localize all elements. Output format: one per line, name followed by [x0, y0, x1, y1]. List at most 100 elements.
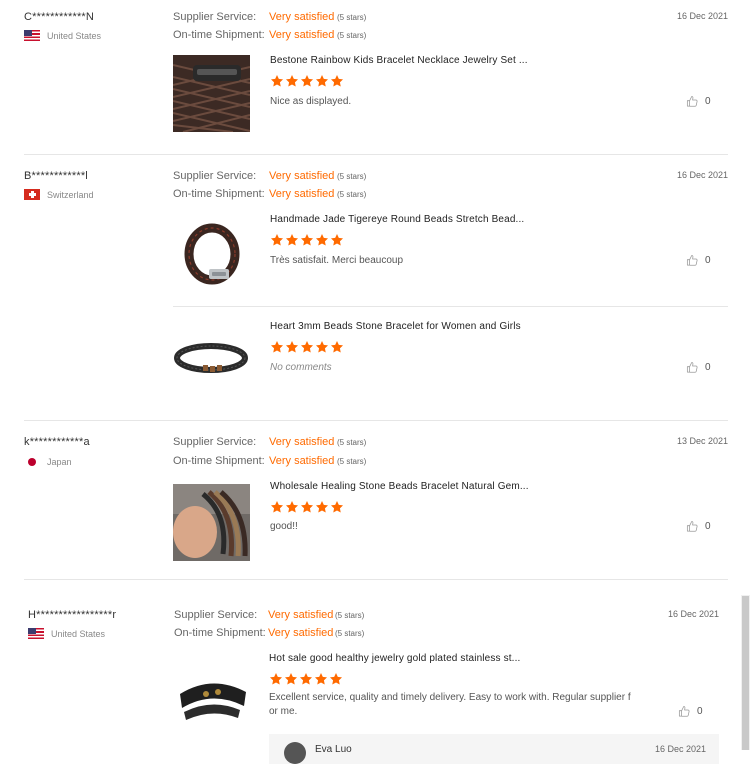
ontime-shipment-rating: Very satisfied: [269, 188, 335, 200]
supplier-service-label: Supplier Service:: [173, 11, 257, 23]
product-rating-stars: [270, 74, 344, 88]
star-icon: [330, 233, 344, 247]
thumbs-up-icon: [686, 95, 699, 108]
supplier-service-stars: (5 stars): [337, 13, 367, 22]
product-thumbnail[interactable]: [173, 321, 250, 398]
product-title[interactable]: Heart 3mm Beads Stone Bracelet for Women…: [270, 321, 521, 332]
star-icon: [315, 74, 329, 88]
supplier-service-label: Supplier Service:: [173, 436, 257, 448]
buyer-name: B************l: [24, 170, 88, 182]
supplier-service-rating: Very satisfied: [269, 436, 335, 448]
product-title[interactable]: Hot sale good healthy jewelry gold plate…: [269, 653, 520, 664]
star-icon: [270, 500, 284, 514]
product-thumbnail[interactable]: [173, 55, 250, 132]
product-thumbnail[interactable]: [174, 654, 251, 731]
buyer-name: H*****************r: [28, 609, 117, 621]
country-name: United States: [47, 30, 102, 41]
buyer-country: United States: [28, 628, 105, 639]
star-icon: [329, 672, 343, 686]
star-icon: [285, 74, 299, 88]
supplier-service-label: Supplier Service:: [173, 170, 257, 182]
like-button[interactable]: 0: [686, 254, 711, 267]
product-thumbnail[interactable]: [173, 214, 250, 291]
ontime-shipment-rating: Very satisfied: [268, 627, 334, 639]
review-date: 16 Dec 2021: [667, 609, 719, 619]
buyer-country: Switzerland: [24, 189, 94, 200]
buyer-name: k************a: [24, 436, 90, 448]
review-comment: good!!: [270, 521, 298, 532]
like-count: 0: [697, 706, 703, 717]
star-icon: [330, 340, 344, 354]
review-comment-line-1: Excellent service, quality and timely de…: [269, 692, 631, 703]
star-icon: [299, 672, 313, 686]
like-count: 0: [705, 362, 711, 373]
star-icon: [270, 74, 284, 88]
ontime-shipment-stars: (5 stars): [337, 190, 367, 199]
us-flag-icon: [24, 30, 40, 41]
thumbs-up-icon: [686, 520, 699, 533]
like-count: 0: [705, 255, 711, 266]
reply-date: 16 Dec 2021: [654, 744, 706, 754]
thumbs-up-icon: [686, 361, 699, 374]
supplier-service-rating: Very satisfied: [269, 170, 335, 182]
review-date: 16 Dec 2021: [676, 170, 728, 180]
star-icon: [285, 500, 299, 514]
ontime-shipment-rating: Very satisfied: [269, 29, 335, 41]
product-rating-stars: [270, 340, 344, 354]
like-button[interactable]: 0: [686, 361, 711, 374]
review-comment-line-2: or me.: [269, 706, 298, 717]
ontime-shipment-label: On-time Shipment:: [173, 455, 265, 467]
like-button[interactable]: 0: [678, 705, 703, 718]
star-icon: [315, 340, 329, 354]
review-date: 16 Dec 2021: [676, 11, 728, 21]
star-icon: [300, 500, 314, 514]
star-icon: [315, 500, 329, 514]
star-icon: [284, 672, 298, 686]
star-icon: [300, 340, 314, 354]
product-rating-stars: [270, 233, 344, 247]
product-title[interactable]: Bestone Rainbow Kids Bracelet Necklace J…: [270, 55, 528, 66]
thumbs-up-icon: [686, 254, 699, 267]
review-comment: Très satisfait. Merci beaucoup: [270, 255, 404, 266]
review-comment: No comments: [270, 362, 332, 373]
supplier-service-rating: Very satisfied: [268, 609, 334, 621]
ontime-shipment-stars: (5 stars): [335, 629, 365, 638]
supplier-service-stars: (5 stars): [337, 172, 367, 181]
star-icon: [314, 672, 328, 686]
review-comment: Nice as displayed.: [270, 96, 352, 107]
product-rating-stars: [270, 500, 344, 514]
supplier-service-label: Supplier Service:: [174, 609, 258, 621]
product-title[interactable]: Handmade Jade Tigereye Round Beads Stret…: [270, 214, 524, 225]
like-button[interactable]: 0: [686, 95, 711, 108]
supplier-service-rating: Very satisfied: [269, 11, 335, 23]
star-icon: [270, 340, 284, 354]
country-name: Switzerland: [47, 189, 94, 200]
supplier-service-stars: (5 stars): [337, 438, 367, 447]
like-button[interactable]: 0: [686, 520, 711, 533]
review-divider: [24, 154, 728, 155]
ontime-shipment-label: On-time Shipment:: [173, 188, 265, 200]
star-icon: [300, 233, 314, 247]
review-date: 13 Dec 2021: [676, 436, 728, 446]
product-thumbnail[interactable]: [173, 484, 250, 561]
country-name: United States: [51, 628, 106, 639]
product-divider: [173, 306, 728, 307]
like-count: 0: [705, 96, 711, 107]
ontime-shipment-label: On-time Shipment:: [173, 29, 265, 41]
buyer-name: C************N: [24, 11, 95, 23]
country-name: Japan: [47, 456, 72, 467]
ontime-shipment-label: On-time Shipment:: [174, 627, 266, 639]
review-divider: [24, 579, 728, 580]
scrollbar-thumb[interactable]: [742, 596, 749, 750]
product-title[interactable]: Wholesale Healing Stone Beads Bracelet N…: [270, 481, 529, 492]
ontime-shipment-stars: (5 stars): [337, 31, 367, 40]
avatar: [284, 742, 306, 764]
star-icon: [285, 340, 299, 354]
buyer-country: United States: [24, 30, 101, 41]
us-flag-icon: [28, 628, 44, 639]
star-icon: [270, 233, 284, 247]
star-icon: [330, 500, 344, 514]
ontime-shipment-rating: Very satisfied: [269, 455, 335, 467]
ch-flag-icon: [24, 189, 40, 200]
star-icon: [315, 233, 329, 247]
